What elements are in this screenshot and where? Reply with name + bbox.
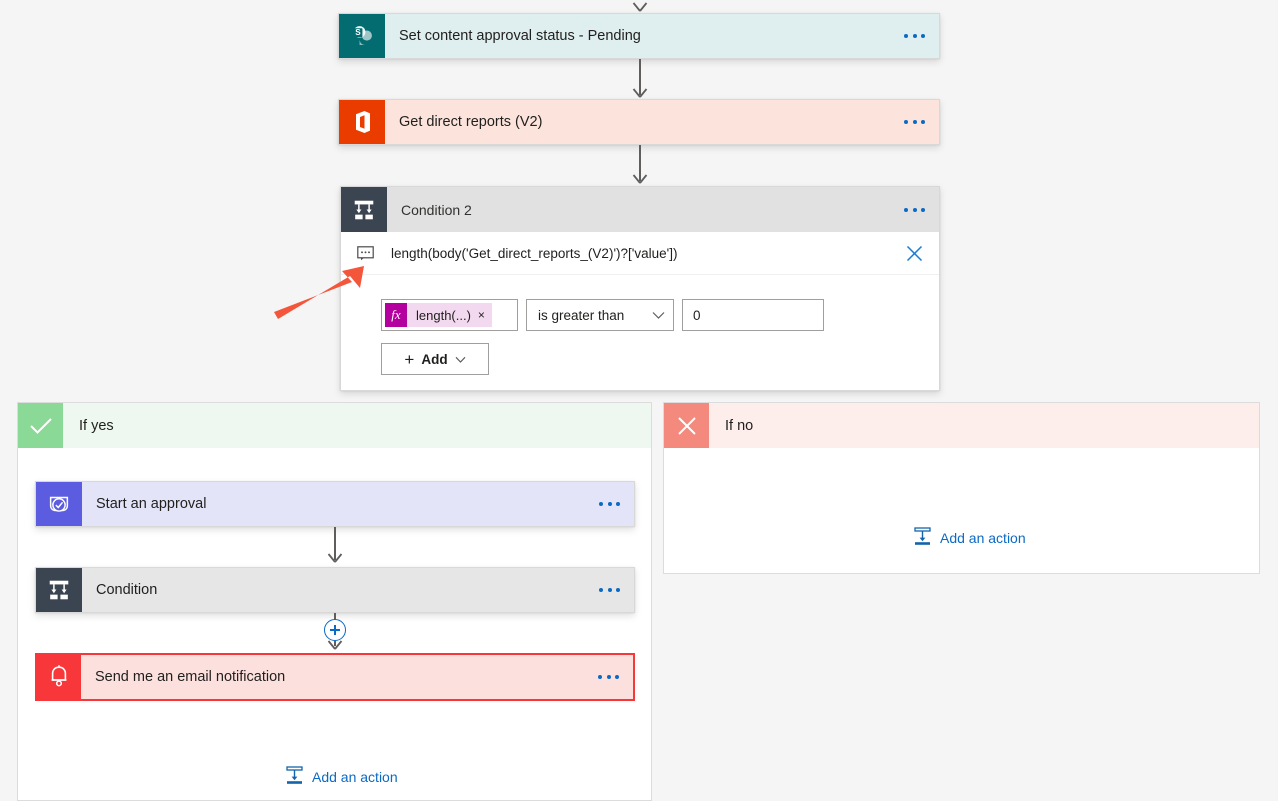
connector-arrow-1 xyxy=(631,86,649,98)
more-commands-button[interactable] xyxy=(894,34,925,38)
connector-arrow-yes-2 xyxy=(326,638,344,650)
condition-left-operand-field[interactable]: fx length(...) × xyxy=(381,299,518,331)
condition-operator-select[interactable]: is greater than xyxy=(526,299,674,331)
expression-tooltip-row: length(body('Get_direct_reports_(V2)')?[… xyxy=(341,232,939,275)
action-card-condition[interactable]: Condition xyxy=(35,567,635,613)
condition-card-condition-2[interactable]: Condition 2 length(body('Get_direct_repo… xyxy=(340,186,940,391)
condition-icon xyxy=(341,187,387,232)
expression-text: length(body('Get_direct_reports_(V2)')?[… xyxy=(391,246,677,261)
more-commands-button[interactable] xyxy=(894,120,925,124)
approvals-icon xyxy=(36,482,82,526)
condition-row: fx length(...) × is greater than xyxy=(381,299,939,331)
action-card-start-an-approval[interactable]: Start an approval xyxy=(35,481,635,527)
action-title: Set content approval status - Pending xyxy=(399,28,641,44)
condition-icon xyxy=(36,568,82,612)
operator-value: is greater than xyxy=(538,308,624,323)
token-label: length(...) xyxy=(407,308,478,323)
condition-rows: fx length(...) × is greater than + Add xyxy=(341,275,939,375)
condition-value-input[interactable] xyxy=(682,299,824,331)
card-body: Set content approval status - Pending xyxy=(385,14,939,58)
connector-arrow-inbound xyxy=(631,0,649,12)
flow-designer-canvas: S Set content approval status - Pending … xyxy=(0,0,1278,801)
close-icon[interactable] xyxy=(903,242,925,264)
more-commands-button[interactable] xyxy=(588,675,619,679)
cross-icon xyxy=(664,403,709,448)
card-body: Send me an email notification xyxy=(81,655,633,699)
expression-token[interactable]: fx length(...) × xyxy=(385,303,492,327)
action-card-send-me-an-email-notification[interactable]: Send me an email notification xyxy=(35,653,635,701)
action-title: Send me an email notification xyxy=(95,669,285,685)
chevron-down-icon xyxy=(455,352,466,367)
action-card-set-content-approval-status[interactable]: S Set content approval status - Pending xyxy=(338,13,940,59)
add-an-action-link-if-no[interactable]: Add an action xyxy=(913,527,1026,549)
condition-title: Condition 2 xyxy=(401,202,472,218)
more-commands-button[interactable] xyxy=(589,588,620,592)
condition-header-body: Condition 2 xyxy=(387,187,939,232)
add-label: Add xyxy=(421,352,447,367)
add-an-action-label: Add an action xyxy=(940,530,1026,546)
connector-arrow-yes-1 xyxy=(326,551,344,563)
insert-action-icon xyxy=(285,766,304,788)
add-an-action-link-if-yes[interactable]: Add an action xyxy=(285,766,398,788)
plus-icon: + xyxy=(404,351,414,368)
sharepoint-icon: S xyxy=(339,14,385,58)
action-title: Start an approval xyxy=(96,496,206,512)
add-an-action-label: Add an action xyxy=(312,769,398,785)
fx-icon: fx xyxy=(385,303,407,327)
office365-users-icon xyxy=(339,100,385,144)
card-body: Condition xyxy=(82,568,634,612)
remove-token-icon[interactable]: × xyxy=(478,309,485,321)
branch-if-no-label: If no xyxy=(709,403,1259,448)
tooltip-icon xyxy=(357,246,377,261)
more-commands-button[interactable] xyxy=(894,208,925,212)
card-body: Start an approval xyxy=(82,482,634,526)
action-card-get-direct-reports[interactable]: Get direct reports (V2) xyxy=(338,99,940,145)
more-commands-button[interactable] xyxy=(589,502,620,506)
branch-if-yes-label: If yes xyxy=(63,403,651,448)
branch-if-yes-header: If yes xyxy=(18,403,651,448)
action-title: Condition xyxy=(96,582,157,598)
branch-if-no-header: If no xyxy=(664,403,1259,448)
action-title: Get direct reports (V2) xyxy=(399,114,542,130)
checkmark-icon xyxy=(18,403,63,448)
card-body: Get direct reports (V2) xyxy=(385,100,939,144)
condition-card-header[interactable]: Condition 2 xyxy=(341,187,939,232)
connector-arrow-2 xyxy=(631,172,649,184)
add-condition-button[interactable]: + Add xyxy=(381,343,489,375)
svg-text:S: S xyxy=(355,28,361,37)
insert-action-icon xyxy=(913,527,932,549)
notification-bell-icon xyxy=(37,655,81,699)
chevron-down-icon xyxy=(652,307,665,323)
